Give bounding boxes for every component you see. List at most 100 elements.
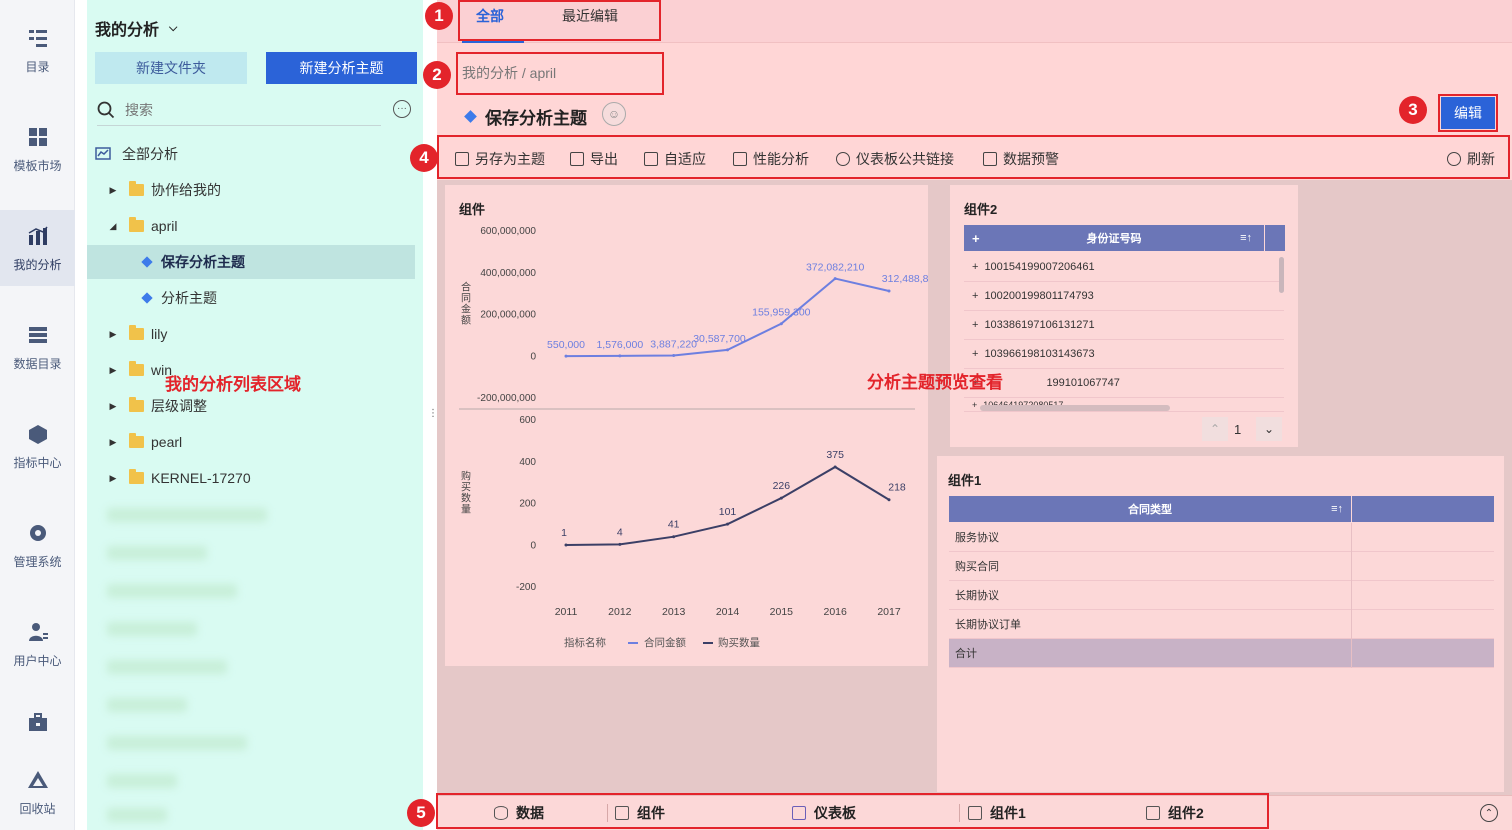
new-folder-button[interactable]: 新建文件夹 xyxy=(95,52,247,84)
template-icon xyxy=(26,125,50,149)
more-options-icon[interactable]: ··· xyxy=(393,100,411,118)
table-row[interactable]: +103386197106131271 xyxy=(964,311,1284,340)
rail-item-my-analysis[interactable]: 我的分析 xyxy=(0,210,75,286)
caret-right-icon[interactable]: ▶ xyxy=(107,365,119,376)
sort-icon[interactable]: ≡↑ xyxy=(1240,232,1252,244)
table-header-blank xyxy=(1265,225,1285,251)
table-row[interactable]: 长期协议 xyxy=(949,581,1494,610)
blurred-item xyxy=(107,508,267,522)
folder-icon xyxy=(129,181,144,196)
vertical-scrollbar[interactable] xyxy=(1279,257,1284,293)
y-axis-title: 金 xyxy=(461,303,471,316)
table-total-row[interactable]: 合计 xyxy=(949,639,1494,668)
y-tick-label: -200,000,000 xyxy=(477,393,536,404)
folder-icon xyxy=(129,433,144,448)
sort-icon[interactable]: ≡↑ xyxy=(1331,503,1343,515)
x-tick-label: 2013 xyxy=(662,606,686,618)
table-row[interactable]: +199101067747 xyxy=(964,369,1284,398)
page-up-button[interactable]: ⌃ xyxy=(1202,417,1228,441)
rail-item-recycle[interactable]: 回收站 xyxy=(0,754,75,830)
rail-label: 回收站 xyxy=(19,801,56,816)
rail-item-toolbox[interactable] xyxy=(0,692,75,762)
table-row[interactable]: 长期协议订单 xyxy=(949,610,1494,639)
blurred-item xyxy=(107,622,197,636)
tree-item-collab[interactable]: ▶ 协作给我的 xyxy=(87,173,415,207)
caret-right-icon[interactable]: ▶ xyxy=(107,437,119,448)
y-axis-title: 同 xyxy=(461,293,471,305)
page-down-button[interactable]: ⌄ xyxy=(1256,417,1282,441)
rail-label: 数据目录 xyxy=(13,356,62,371)
annotation-badge-2: 2 xyxy=(423,61,451,89)
column-divider xyxy=(1351,523,1352,668)
rail-item-data-catalog[interactable]: 数据目录 xyxy=(0,309,75,385)
rail-item-admin[interactable]: 管理系统 xyxy=(0,507,75,583)
data-label-amount: 1,576,000 xyxy=(596,339,643,351)
panel-splitter[interactable]: ⋮ xyxy=(428,408,438,426)
data-point-quantity xyxy=(887,498,891,502)
tree-item-theme[interactable]: 分析主题 xyxy=(87,281,415,315)
blurred-item xyxy=(107,584,237,598)
x-tick-label: 2012 xyxy=(608,606,632,618)
data-label-quantity: 226 xyxy=(773,480,791,492)
tree-item-pearl[interactable]: ▶ pearl xyxy=(87,425,415,459)
chart-card[interactable]: 组件 600,000,000 400,000,000 200,000,000 0 -20… xyxy=(445,185,928,666)
share-user-icon[interactable]: ☺ xyxy=(602,102,626,126)
table-row[interactable]: 购买合同 xyxy=(949,552,1494,581)
data-point-amount xyxy=(887,289,891,293)
data-point-amount xyxy=(672,353,676,357)
blurred-item xyxy=(107,546,207,560)
caret-right-icon[interactable]: ▶ xyxy=(107,185,119,196)
y-tick-label: -200 xyxy=(516,582,536,593)
table-row[interactable]: +100200199801174793 xyxy=(964,282,1284,311)
collapse-icon[interactable]: ⌃ xyxy=(1480,804,1498,822)
table-card-2[interactable]: 组件2 + 身份证号码 ≡↑ +100154199007206461 +1002… xyxy=(950,185,1298,447)
data-point-quantity xyxy=(833,465,837,469)
rail-item-template[interactable]: 模板市场 xyxy=(0,111,75,187)
table-row[interactable]: +100154199007206461 xyxy=(964,253,1284,282)
horizontal-scrollbar[interactable] xyxy=(980,405,1170,411)
data-point-amount xyxy=(726,348,729,352)
rail-item-catalog[interactable]: 目录 xyxy=(0,12,75,88)
panel-title[interactable]: 我的分析 ⌵ xyxy=(95,16,177,40)
y-axis-title: 额 xyxy=(461,314,471,327)
card-title: 组件1 xyxy=(948,473,982,488)
caret-down-icon[interactable]: ◢ xyxy=(107,221,119,232)
folder-icon xyxy=(129,469,144,484)
table-header[interactable]: + 身份证号码 ≡↑ xyxy=(964,225,1264,251)
tree-item-lily[interactable]: ▶ lily xyxy=(87,317,415,351)
rail-item-user[interactable]: 用户中心 xyxy=(0,606,75,682)
data-point-amount xyxy=(618,354,622,358)
rail-label: 目录 xyxy=(25,59,50,74)
search-icon xyxy=(97,101,115,118)
y-axis-title: 购 xyxy=(461,470,471,483)
caret-right-icon[interactable]: ▶ xyxy=(107,401,119,412)
caret-right-icon[interactable]: ▶ xyxy=(107,329,119,340)
blurred-item xyxy=(107,808,167,822)
new-theme-button[interactable]: 新建分析主题 xyxy=(266,52,417,84)
data-label-quantity: 101 xyxy=(719,506,737,518)
tree-item-save-theme[interactable]: 保存分析主题 xyxy=(87,245,415,279)
rail-item-metric[interactable]: 指标中心 xyxy=(0,408,75,484)
table-row[interactable]: 服务协议 xyxy=(949,523,1494,552)
x-tick-label: 2011 xyxy=(555,606,578,618)
tree-item-all[interactable]: 全部分析 xyxy=(87,137,415,171)
data-point-amount xyxy=(779,322,783,326)
tree-item-kernel[interactable]: ▶ KERNEL-17270 xyxy=(87,461,415,495)
preview-annotation: 分析主题预览查看 xyxy=(867,373,1003,392)
folder-icon xyxy=(129,217,144,232)
list-area-annotation: 我的分析列表区域 xyxy=(165,375,301,394)
table-card-1[interactable]: 组件1 合同类型 ≡↑ 服务协议 购买合同 长期协议 长期协议订单 合计 xyxy=(937,456,1504,792)
data-label-quantity: 375 xyxy=(826,449,844,461)
tree-item-april[interactable]: ◢ april xyxy=(87,209,415,243)
x-tick-label: 2016 xyxy=(823,606,847,618)
data-point-quantity xyxy=(618,542,622,546)
theme-icon xyxy=(141,256,153,268)
user-icon xyxy=(26,620,50,644)
table-row[interactable]: +103966198103143673 xyxy=(964,340,1284,369)
search-input[interactable] xyxy=(125,101,365,118)
add-icon[interactable]: + xyxy=(972,231,980,246)
dashboard-canvas: 组件 600,000,000 400,000,000 200,000,000 0 -20… xyxy=(437,180,1512,795)
x-tick-label: 2017 xyxy=(877,606,901,618)
table-header[interactable]: 合同类型 ≡↑ xyxy=(949,496,1351,522)
caret-right-icon[interactable]: ▶ xyxy=(107,473,119,484)
